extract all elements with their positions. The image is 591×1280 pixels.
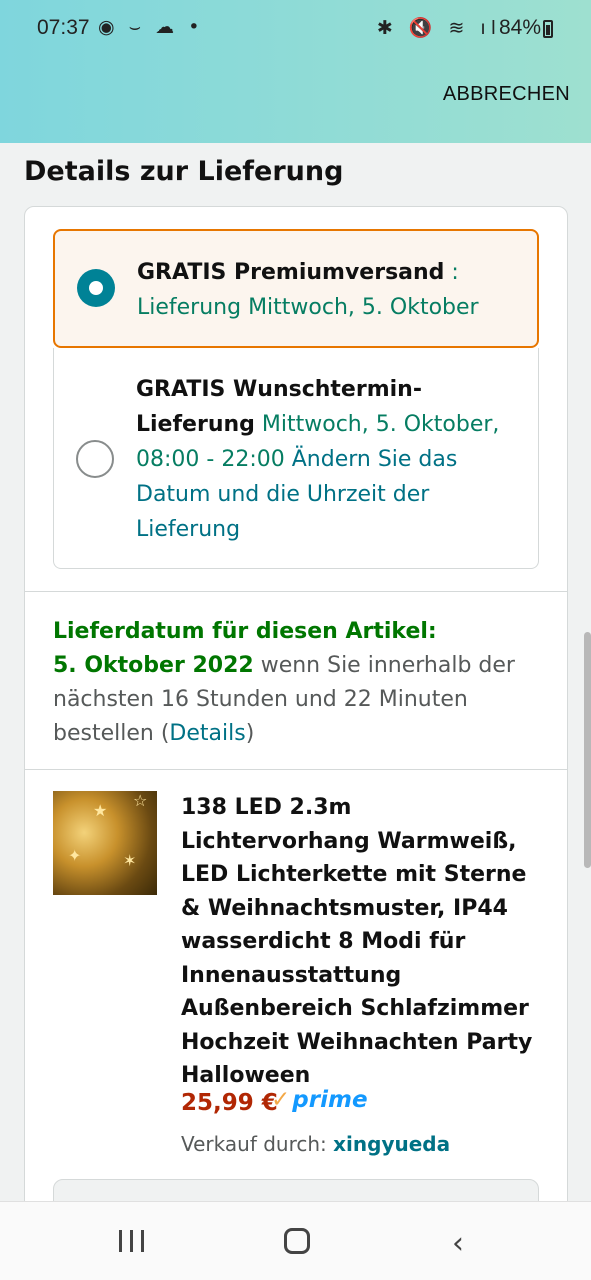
divider (25, 769, 567, 770)
system-status-icons: ✱ 🔇 ≋ ıl (376, 17, 501, 39)
scrollbar[interactable] (584, 632, 591, 868)
app-header: 07:37 ◉ ⌣ ☁ • ✱ 🔇 ≋ ıl 84% ABBRECHEN (0, 0, 591, 143)
delivery-date: 5. Oktober 2022 (53, 653, 254, 678)
radio-selected-icon[interactable] (77, 269, 115, 307)
product-price: 25,99 € (181, 1090, 278, 1116)
seller-name-link[interactable]: xingyueda (333, 1132, 450, 1156)
shipping-option-premium[interactable]: GRATIS Premiumversand : Lieferung Mittwo… (53, 229, 539, 348)
delivery-details-card: GRATIS Premiumversand : Lieferung Mittwo… (24, 206, 568, 1239)
option-separator: : (444, 260, 459, 285)
battery-percentage: 84% (498, 16, 541, 39)
divider (25, 591, 567, 592)
delivery-date-info: Lieferdatum für diesen Artikel: 5. Oktob… (53, 615, 543, 751)
battery-icon (543, 20, 553, 38)
cancel-button[interactable]: ABBRECHEN (443, 83, 570, 106)
prime-label: prime (292, 1087, 368, 1113)
back-icon[interactable]: ‹ (452, 1226, 464, 1261)
status-time: 07:37 (37, 16, 90, 39)
delivery-date-heading: Lieferdatum für diesen Artikel: (53, 619, 437, 644)
details-link[interactable]: Details (169, 721, 245, 746)
status-bar: 07:37 ◉ ⌣ ☁ • ✱ 🔇 ≋ ıl 84% (0, 0, 591, 56)
prime-check-icon: ✓ (271, 1087, 291, 1113)
prime-badge: ✓prime (271, 1087, 368, 1113)
option-name: GRATIS Premiumversand (137, 260, 445, 285)
seller-label: Verkauf durch: (181, 1132, 334, 1156)
page-title: Details zur Lieferung (24, 156, 344, 187)
shipping-option-premium-text: GRATIS Premiumversand : Lieferung Mittwo… (137, 255, 527, 325)
star-icon: ★ (93, 801, 108, 820)
star-icon: ✶ (123, 851, 137, 870)
close-paren: ) (245, 721, 255, 746)
shipping-option-scheduled[interactable]: GRATIS Wunschtermin-Lieferung Mittwoch, … (53, 348, 539, 569)
android-navigation-bar: ‹ (0, 1201, 591, 1280)
option-delivery: Lieferung Mittwoch, 5. Oktober (137, 295, 479, 320)
product-image[interactable]: ★ ☆ ✦ ✶ (53, 791, 157, 895)
radio-unselected-icon[interactable] (76, 440, 114, 478)
star-icon: ✦ (68, 846, 82, 865)
seller-info: Verkauf durch: xingyueda (181, 1132, 450, 1156)
product-title[interactable]: 138 LED 2.3m Lichtervorhang Warmweiß, LE… (181, 791, 541, 1093)
star-icon: ☆ (133, 791, 148, 810)
home-icon[interactable] (284, 1228, 310, 1254)
recent-apps-icon[interactable] (119, 1230, 145, 1252)
notification-icons: ◉ ⌣ ☁ • (98, 16, 204, 38)
shipping-option-scheduled-text: GRATIS Wunschtermin-Lieferung Mittwoch, … (136, 372, 516, 547)
